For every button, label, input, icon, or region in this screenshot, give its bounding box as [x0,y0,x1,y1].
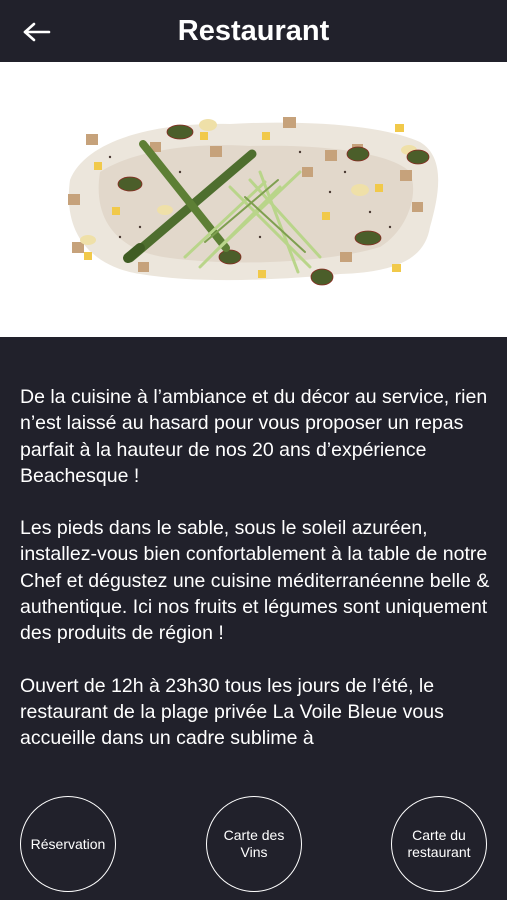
dish-photo [0,62,507,337]
wine-list-label: Carte des Vins [223,827,285,860]
dish-image [68,117,439,286]
header-bar: Restaurant [0,0,507,62]
page-title: Restaurant [177,15,330,47]
reservation-label: Réservation [30,835,106,852]
description-text: De la cuisine à l’ambiance et du décor a… [20,384,492,779]
description-paragraph-1: De la cuisine à l’ambiance et du décor a… [20,386,488,487]
restaurant-menu-label: Carte du restaurant [407,827,471,860]
description-paragraph-2: Les pieds dans le sable, sous le soleil … [20,517,490,645]
description-paragraph-3: Ouvert de 12h à 23h30 tous les jours de … [20,674,444,750]
restaurant-screen: Restaurant De la cuisine à l’ambiance et… [0,0,507,900]
wine-list-button[interactable]: Carte des Vins [206,796,302,892]
restaurant-menu-button[interactable]: Carte du restaurant [391,796,487,892]
reservation-button[interactable]: Réservation [20,796,116,892]
